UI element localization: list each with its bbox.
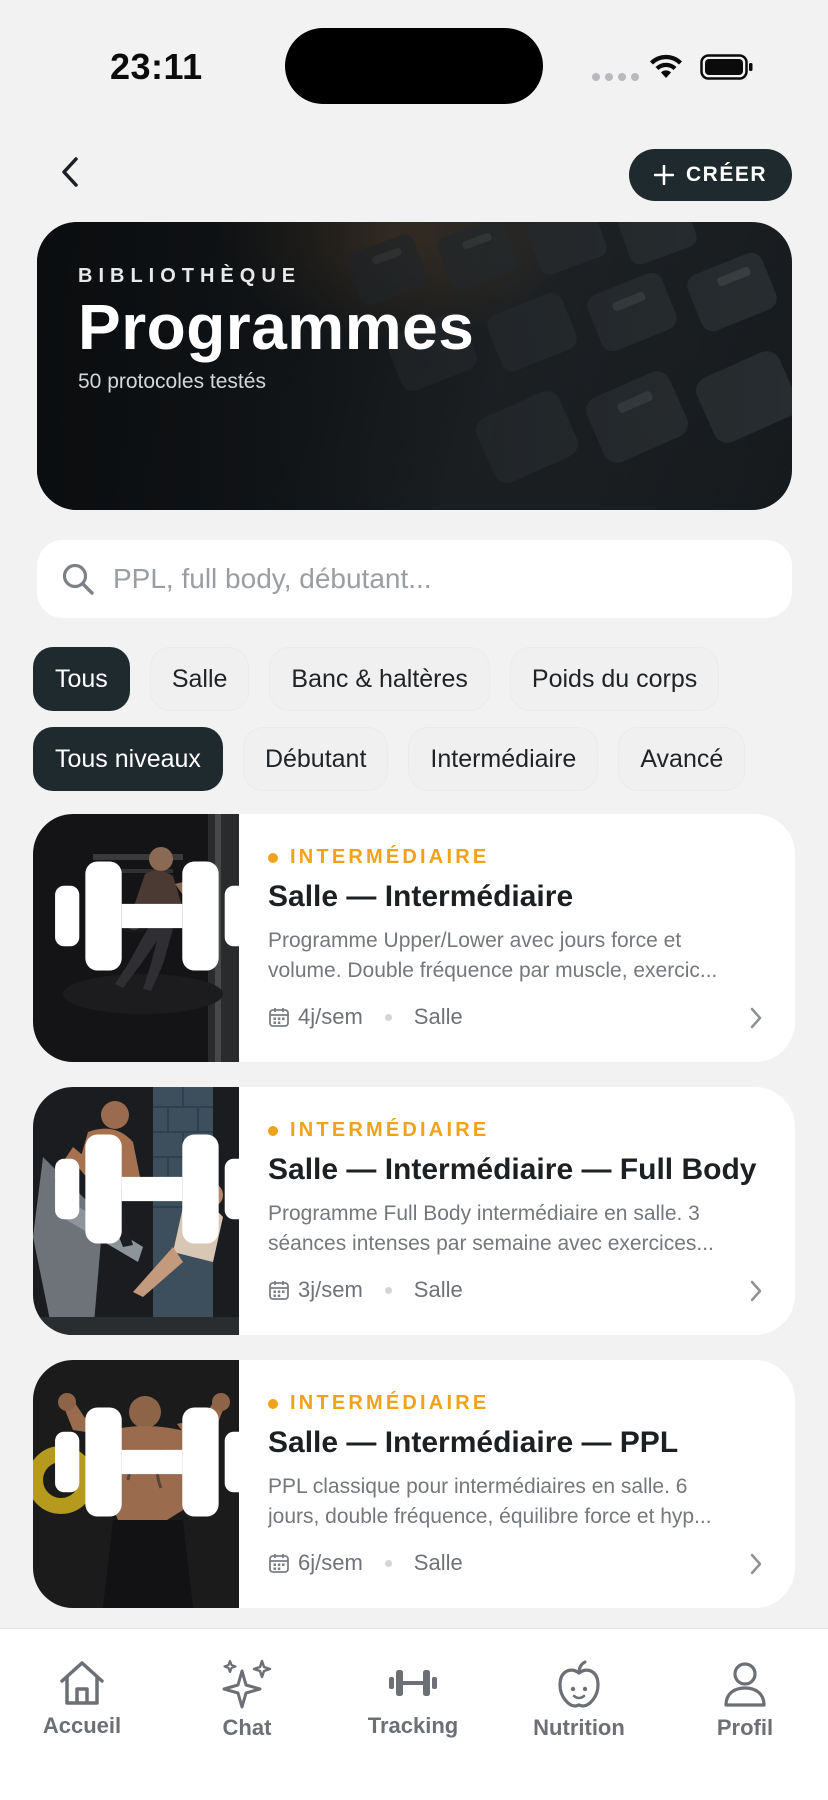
hero-eyebrow: BIBLIOTHÈQUE bbox=[78, 265, 302, 287]
program-location: Salle bbox=[413, 1004, 463, 1029]
meta-separator bbox=[384, 1559, 392, 1567]
search-icon bbox=[62, 563, 94, 595]
program-meta: 4j/sem Salle bbox=[268, 1004, 463, 1030]
tab-profil[interactable]: Profil bbox=[680, 1659, 810, 1741]
calendar-icon bbox=[269, 1008, 289, 1027]
sparkles-icon bbox=[222, 1659, 272, 1709]
program-meta: 6j/sem Salle bbox=[268, 1550, 463, 1576]
meta-separator bbox=[384, 1013, 392, 1021]
filter-chip-bench-dumbbells[interactable]: Banc & haltères bbox=[269, 647, 490, 711]
program-description-line: PPL classique pour intermédiaires en sal… bbox=[268, 1475, 688, 1498]
back-button[interactable] bbox=[50, 152, 90, 192]
meta-separator bbox=[384, 1286, 392, 1294]
level-badge: INTERMÉDIAIRE bbox=[268, 1119, 489, 1142]
home-icon bbox=[60, 1661, 104, 1705]
program-thumbnail bbox=[33, 814, 249, 1062]
program-meta: 3j/sem Salle bbox=[268, 1277, 463, 1303]
level-dot bbox=[268, 852, 278, 863]
battery-icon bbox=[700, 54, 753, 80]
status-time: 23:11 bbox=[110, 46, 203, 87]
filter-chip-all-levels[interactable]: Tous niveaux bbox=[33, 727, 223, 791]
tab-bar: Accueil Chat Tracking Nutrition Profil bbox=[0, 1628, 828, 1800]
program-location: Salle bbox=[413, 1277, 463, 1302]
program-card[interactable]: INTERMÉDIAIRE Salle — Intermédiaire — Fu… bbox=[33, 1087, 795, 1335]
wifi-icon bbox=[650, 54, 682, 78]
tab-tracking[interactable]: Tracking bbox=[348, 1659, 478, 1739]
program-description-line: séances intenses par semaine avec exerci… bbox=[268, 1232, 714, 1255]
tab-nutrition[interactable]: Nutrition bbox=[514, 1659, 644, 1741]
level-label: INTERMÉDIAIRE bbox=[290, 846, 490, 868]
status-bar: 23:11 bbox=[0, 0, 828, 120]
tab-label: Tracking bbox=[367, 1713, 459, 1738]
page-title: Programmes bbox=[78, 291, 475, 363]
program-frequency: 4j/sem bbox=[298, 1004, 363, 1029]
tab-label: Nutrition bbox=[533, 1715, 625, 1740]
program-frequency: 6j/sem bbox=[298, 1550, 363, 1575]
dynamic-island bbox=[285, 28, 543, 104]
level-dot bbox=[268, 1398, 278, 1409]
person-icon bbox=[724, 1662, 766, 1707]
tab-chat[interactable]: Chat bbox=[182, 1659, 312, 1741]
filter-chip-intermediate[interactable]: Intermédiaire bbox=[408, 727, 599, 791]
program-thumbnail bbox=[33, 1087, 249, 1335]
filter-chip-advanced[interactable]: Avancé bbox=[618, 727, 746, 791]
tab-label: Accueil bbox=[42, 1713, 122, 1738]
calendar-icon bbox=[269, 1554, 289, 1573]
program-title: Salle — Intermédiaire — PPL bbox=[268, 1426, 679, 1459]
program-description: PPL classique pour intermédiaires en sal… bbox=[268, 1472, 768, 1532]
program-description-line: jours, double fréquence, équilibre force… bbox=[268, 1505, 712, 1528]
filter-chip-gym[interactable]: Salle bbox=[149, 647, 250, 711]
tab-label: Profil bbox=[716, 1715, 774, 1740]
search-input[interactable] bbox=[113, 563, 753, 595]
program-description: Programme Upper/Lower avec jours force e… bbox=[268, 926, 768, 986]
program-card[interactable]: INTERMÉDIAIRE Salle — Intermédiaire Prog… bbox=[33, 814, 795, 1062]
chevron-left-icon bbox=[62, 157, 78, 187]
program-location: Salle bbox=[413, 1550, 463, 1575]
program-title: Salle — Intermédiaire bbox=[268, 880, 574, 913]
chevron-right-icon bbox=[750, 1280, 762, 1302]
chevron-right-icon bbox=[750, 1553, 762, 1575]
cellular-signal-icon bbox=[592, 73, 639, 81]
level-filter-row: Tous niveaux Débutant Intermédiaire Avan… bbox=[33, 727, 765, 791]
apple-icon bbox=[558, 1660, 600, 1708]
create-program-button[interactable]: CRÉER bbox=[629, 149, 792, 201]
filter-chip-bodyweight[interactable]: Poids du corps bbox=[509, 647, 720, 711]
program-description-line: volume. Double fréquence par muscle, exe… bbox=[268, 959, 718, 982]
dumbbell-icon bbox=[55, 861, 249, 971]
program-description: Programme Full Body intermédiaire en sal… bbox=[268, 1199, 768, 1259]
create-button-label: CRÉER bbox=[685, 163, 767, 186]
search-bar[interactable] bbox=[37, 540, 792, 618]
filter-chip-all[interactable]: Tous bbox=[33, 647, 130, 711]
program-description-line: Programme Full Body intermédiaire en sal… bbox=[268, 1202, 700, 1225]
program-description-line: Programme Upper/Lower avec jours force e… bbox=[268, 929, 682, 952]
level-label: INTERMÉDIAIRE bbox=[290, 1392, 490, 1414]
equipment-filter-row: Tous Salle Banc & haltères Poids du corp… bbox=[33, 647, 739, 711]
program-thumbnail bbox=[33, 1360, 249, 1608]
hero-banner: BIBLIOTHÈQUE Programmes 50 protocoles te… bbox=[37, 222, 792, 510]
calendar-icon bbox=[269, 1281, 289, 1300]
program-frequency: 3j/sem bbox=[298, 1277, 363, 1302]
hero-subtitle: 50 protocoles testés bbox=[78, 370, 266, 393]
program-title: Salle — Intermédiaire — Full Body bbox=[268, 1153, 757, 1186]
chevron-right-icon bbox=[750, 1007, 762, 1029]
dumbbell-icon bbox=[55, 1134, 249, 1244]
filter-chip-beginner[interactable]: Débutant bbox=[242, 727, 389, 791]
level-label: INTERMÉDIAIRE bbox=[290, 1119, 490, 1141]
tab-label: Chat bbox=[222, 1715, 272, 1740]
level-badge: INTERMÉDIAIRE bbox=[268, 1392, 489, 1415]
dumbbell-icon bbox=[389, 1670, 437, 1696]
level-badge: INTERMÉDIAIRE bbox=[268, 846, 489, 869]
plus-icon bbox=[653, 165, 674, 185]
level-dot bbox=[268, 1125, 278, 1136]
tab-accueil[interactable]: Accueil bbox=[17, 1659, 147, 1739]
dumbbell-icon bbox=[55, 1407, 249, 1517]
program-card[interactable]: INTERMÉDIAIRE Salle — Intermédiaire — PP… bbox=[33, 1360, 795, 1608]
